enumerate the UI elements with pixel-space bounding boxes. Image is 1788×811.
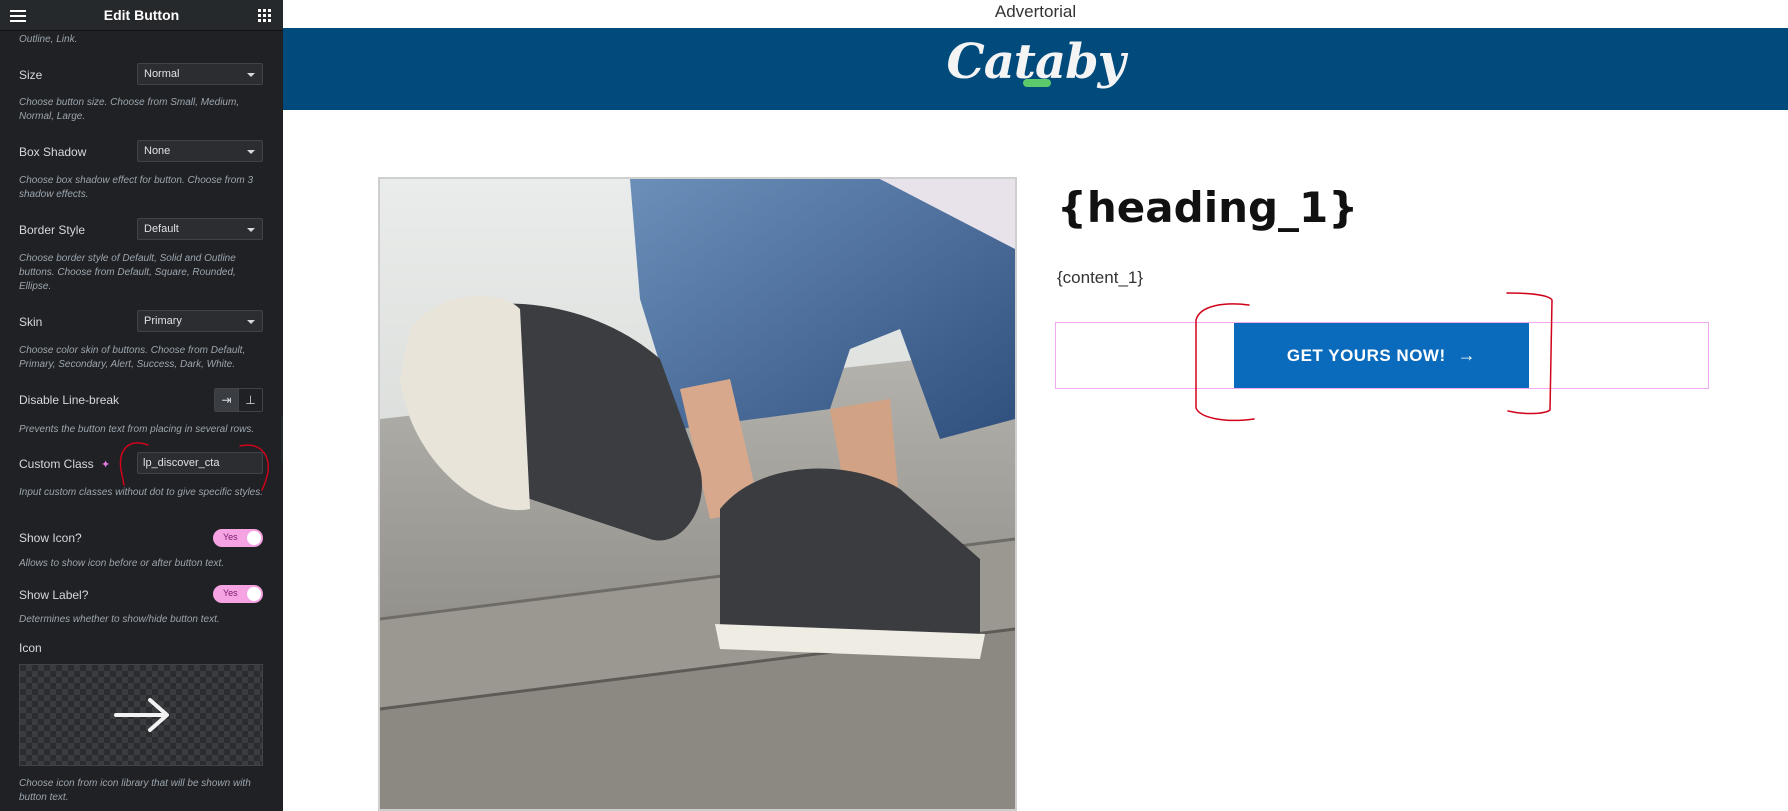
line-break-toggle-group: ⇥ ⊥ — [214, 388, 263, 412]
skin-select-value: Primary — [144, 315, 182, 327]
custom-class-label: Custom Class ✦ — [19, 457, 110, 471]
border-style-label: Border Style — [19, 223, 86, 237]
icon-desc: Choose icon from icon library that will … — [19, 778, 251, 803]
cta-button[interactable]: GET YOURS NOW! → — [1234, 323, 1529, 388]
show-label-toggle-text: Yes — [223, 588, 238, 598]
border-style-select[interactable]: Default — [137, 218, 263, 240]
size-select-value: Normal — [144, 68, 180, 80]
border-style-desc: Choose border style of Default, Solid an… — [19, 253, 236, 292]
brand-header: Cataby — [283, 28, 1788, 110]
headline: {heading_1} — [1057, 183, 1359, 232]
body-text: {content_1} — [1057, 268, 1144, 287]
size-select[interactable]: Normal — [137, 63, 263, 85]
sidebar-header: Edit Button — [0, 0, 283, 31]
logo-shoe-mark — [1023, 79, 1051, 87]
size-desc: Choose button size. Choose from Small, M… — [19, 97, 240, 122]
toggle-knob — [247, 587, 261, 601]
chevron-down-icon — [247, 320, 255, 324]
show-label-label: Show Label? — [19, 588, 89, 602]
box-shadow-label: Box Shadow — [19, 145, 87, 159]
disable-line-break-label: Disable Line-break — [19, 393, 120, 407]
show-label-desc: Determines whether to show/hide button t… — [19, 614, 220, 625]
advertorial-label: Advertorial — [994, 2, 1077, 21]
apps-grid-icon[interactable] — [258, 9, 271, 22]
skin-select[interactable]: Primary — [137, 310, 263, 332]
toggle-knob — [247, 531, 261, 545]
show-icon-desc: Allows to show icon before or after butt… — [19, 558, 225, 569]
show-icon-toggle[interactable]: Yes — [213, 529, 263, 547]
show-icon-label: Show Icon? — [19, 531, 82, 545]
box-shadow-desc: Choose box shadow effect for button. Cho… — [19, 175, 254, 200]
box-shadow-select[interactable]: None — [137, 140, 263, 162]
chevron-down-icon — [247, 228, 255, 232]
skin-desc: Choose color skin of buttons. Choose fro… — [19, 345, 246, 370]
align-end-icon[interactable]: ⇥ — [215, 389, 238, 411]
skin-label: Skin — [19, 315, 43, 329]
page-preview: Advertorial Cataby {heading_1} {content_… — [283, 0, 1788, 811]
box-shadow-select-value: None — [144, 145, 171, 157]
disable-line-break-desc: Prevents the button text from placing in… — [19, 424, 255, 435]
chevron-down-icon — [247, 150, 255, 154]
chevron-down-icon — [247, 73, 255, 77]
align-bottom-icon[interactable]: ⊥ — [238, 389, 262, 411]
shoe-photo-illustration — [380, 179, 1015, 809]
size-label: Size — [19, 68, 43, 82]
custom-class-label-text: Custom Class — [19, 457, 94, 471]
prev-control-desc: Outline, Link. — [19, 34, 78, 45]
icon-picker[interactable] — [19, 664, 263, 766]
custom-class-desc: Input custom classes without dot to give… — [19, 487, 263, 498]
panel-title: Edit Button — [103, 7, 180, 23]
ai-sparkle-icon[interactable]: ✦ — [101, 459, 110, 471]
cta-button-label: GET YOURS NOW! — [1286, 345, 1446, 365]
icon-label: Icon — [19, 641, 42, 655]
show-label-toggle[interactable]: Yes — [213, 585, 263, 603]
arrow-right-icon: → — [1457, 345, 1477, 365]
product-photo[interactable] — [378, 177, 1017, 811]
editor-sidebar: Edit Button Outline, Link. Size Normal C… — [0, 0, 283, 811]
arrow-right-icon — [114, 698, 169, 732]
show-icon-toggle-text: Yes — [223, 532, 238, 542]
custom-class-input[interactable] — [137, 452, 263, 474]
border-style-select-value: Default — [144, 223, 179, 235]
